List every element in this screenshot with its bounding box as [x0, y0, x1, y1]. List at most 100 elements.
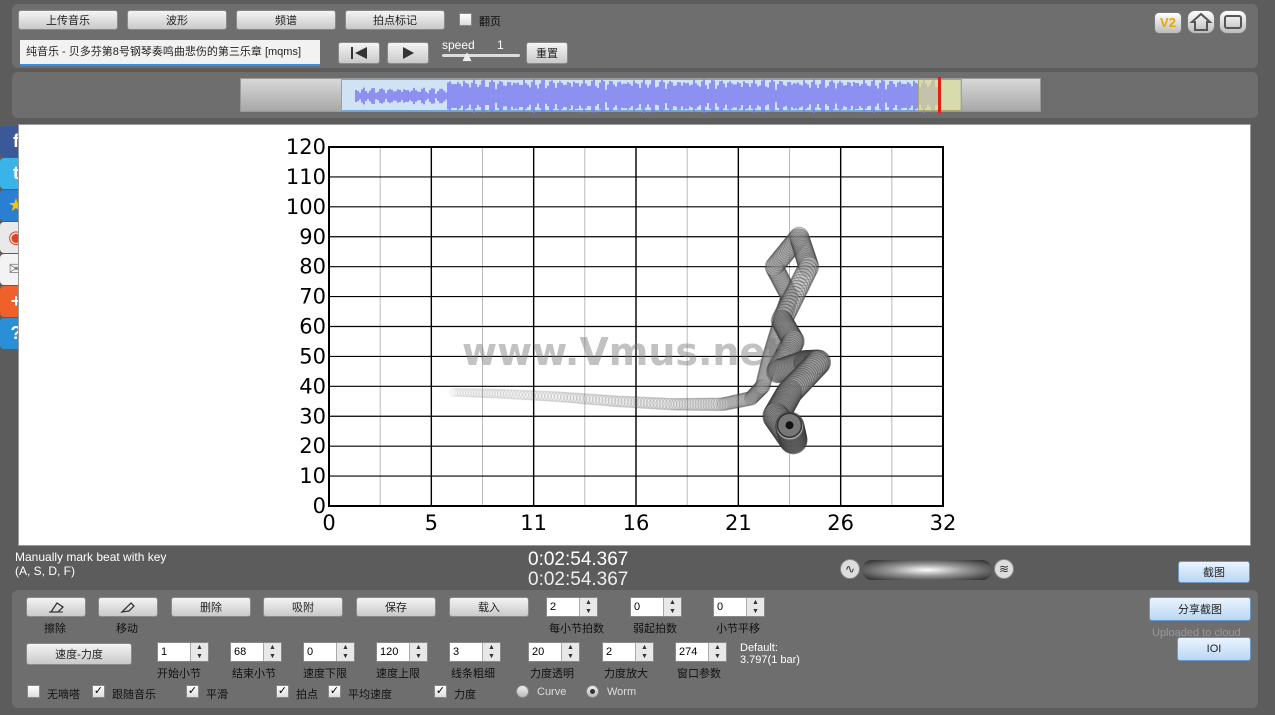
bar-offset-label: 小节平移 [716, 623, 760, 635]
version-badge[interactable]: V2 [1154, 12, 1182, 34]
stepper-down-icon[interactable]: ▼ [636, 652, 653, 661]
snap-button[interactable]: 吸附 [263, 597, 343, 617]
avg-tempo-checkbox[interactable]: ✓ [328, 685, 341, 698]
speed-label: speed [442, 38, 475, 52]
worm-head-center [785, 421, 794, 430]
song-title-field[interactable]: 纯音乐 - 贝多芬第8号钢琴奏鸣曲悲伤的第三乐章 [mqms] [20, 40, 320, 66]
window-param-label: 窗口参数 [677, 668, 721, 680]
save-button[interactable]: 保存 [356, 597, 436, 617]
stepper-down-icon[interactable]: ▼ [580, 607, 597, 616]
end-bar-stepper[interactable]: 68 ▲ ▼ [230, 642, 282, 662]
beat-help-line2: (A, S, D, F) [15, 564, 75, 578]
weak-beats-stepper[interactable]: 0 ▲ ▼ [630, 597, 682, 617]
home-icon [1189, 12, 1213, 31]
y-tick-label: 60 [299, 315, 326, 339]
tempo-max-label: 速度上限 [376, 668, 420, 680]
stepper-up-icon[interactable]: ▲ [410, 643, 427, 652]
load-button[interactable]: 载入 [449, 597, 529, 617]
window-param-value[interactable]: 274 [676, 643, 708, 661]
end-bar-value[interactable]: 68 [231, 643, 263, 661]
dyn-scale-value[interactable]: 2 [603, 643, 635, 661]
current-time: 0:02:54.367 [528, 549, 629, 570]
line-width-label: 线条粗细 [451, 668, 495, 680]
waveform-button[interactable]: 波形 [127, 10, 227, 30]
volume-bar[interactable] [862, 560, 992, 580]
dyn-scale-stepper[interactable]: 2 ▲ ▼ [602, 642, 654, 662]
y-tick-label: 50 [299, 344, 326, 368]
y-tick-label: 70 [299, 285, 326, 309]
stepper-up-icon[interactable]: ▲ [709, 643, 726, 652]
move-button[interactable] [98, 597, 158, 617]
stepper-up-icon[interactable]: ▲ [636, 643, 653, 652]
screen-button[interactable] [1219, 10, 1247, 34]
skip-back-button[interactable] [338, 42, 380, 64]
smooth-label: 平滑 [206, 689, 228, 701]
stepper-down-icon[interactable]: ▼ [337, 652, 354, 661]
tempo-max-value[interactable]: 120 [377, 643, 409, 661]
beat-marker-button[interactable]: 拍点标记 [345, 10, 445, 30]
stepper-up-icon[interactable]: ▲ [191, 643, 208, 652]
chart-panel: 0 10 20 30 40 50 60 70 80 90 100 110 120 0 5 11 16 21 26 32… [18, 124, 1251, 546]
stepper-up-icon[interactable]: ▲ [664, 598, 681, 607]
tempo-min-stepper[interactable]: 0 ▲ ▼ [303, 642, 355, 662]
eraser-icon [49, 602, 65, 613]
default-label: Default: [740, 642, 778, 654]
dynamics-checkbox[interactable]: ✓ [434, 685, 447, 698]
speed-slider[interactable] [442, 54, 520, 57]
play-icon [403, 47, 414, 59]
tempo-dynamics-button[interactable]: 速度-力度 [26, 643, 132, 665]
stepper-up-icon[interactable]: ▲ [337, 643, 354, 652]
delete-button[interactable]: 删除 [171, 597, 251, 617]
stepper-down-icon[interactable]: ▼ [410, 652, 427, 661]
overview-waveform[interactable] [240, 77, 1041, 113]
beats-per-bar-value[interactable]: 2 [547, 598, 579, 616]
stepper-up-icon[interactable]: ▲ [747, 598, 764, 607]
upload-music-button[interactable]: 上传音乐 [18, 10, 118, 30]
beats-per-bar-stepper[interactable]: 2 ▲ ▼ [546, 597, 598, 617]
weak-beats-value[interactable]: 0 [631, 598, 663, 616]
follow-music-label: 跟随音乐 [112, 689, 156, 701]
dyn-transparency-stepper[interactable]: 20 ▲ ▼ [528, 642, 580, 662]
home-button[interactable] [1187, 10, 1215, 34]
tempo-min-value[interactable]: 0 [304, 643, 336, 661]
window-param-stepper[interactable]: 274 ▲ ▼ [675, 642, 727, 662]
stepper-down-icon[interactable]: ▼ [709, 652, 726, 661]
tempo-max-stepper[interactable]: 120 ▲ ▼ [376, 642, 428, 662]
play-button[interactable] [387, 42, 429, 64]
spectrum-button[interactable]: 频谱 [236, 10, 336, 30]
line-width-value[interactable]: 3 [450, 643, 482, 661]
stepper-up-icon[interactable]: ▲ [264, 643, 281, 652]
stepper-down-icon[interactable]: ▼ [483, 652, 500, 661]
ioi-button[interactable]: IOI [1177, 637, 1251, 661]
follow-music-checkbox[interactable]: ✓ [92, 685, 105, 698]
beats-checkbox[interactable]: ✓ [276, 685, 289, 698]
volume-control[interactable]: ∿ ≋ [840, 557, 1016, 583]
playhead-marker[interactable] [938, 77, 941, 113]
stepper-up-icon[interactable]: ▲ [562, 643, 579, 652]
stepper-up-icon[interactable]: ▲ [580, 598, 597, 607]
flip-page-checkbox[interactable] [459, 13, 472, 26]
stepper-down-icon[interactable]: ▼ [264, 652, 281, 661]
start-bar-stepper[interactable]: 1 ▲ ▼ [157, 642, 209, 662]
share-screenshot-button[interactable]: 分享截图 [1149, 597, 1251, 621]
stepper-down-icon[interactable]: ▼ [191, 652, 208, 661]
line-width-stepper[interactable]: 3 ▲ ▼ [449, 642, 501, 662]
bar-offset-value[interactable]: 0 [714, 598, 746, 616]
erase-button[interactable] [26, 597, 86, 617]
curve-radio[interactable] [516, 685, 529, 698]
dyn-transparency-value[interactable]: 20 [529, 643, 561, 661]
stepper-down-icon[interactable]: ▼ [664, 607, 681, 616]
speed-value: 1 [497, 38, 504, 52]
screenshot-button[interactable]: 截图 [1178, 561, 1250, 583]
stepper-down-icon[interactable]: ▼ [747, 607, 764, 616]
smooth-checkbox[interactable]: ✓ [186, 685, 199, 698]
reset-button[interactable]: 重置 [526, 42, 568, 64]
no-click-checkbox[interactable] [27, 685, 40, 698]
worm-radio[interactable] [586, 685, 599, 698]
y-tick-label: 30 [299, 404, 326, 428]
stepper-up-icon[interactable]: ▲ [483, 643, 500, 652]
stepper-down-icon[interactable]: ▼ [562, 652, 579, 661]
bar-offset-stepper[interactable]: 0 ▲ ▼ [713, 597, 765, 617]
start-bar-value[interactable]: 1 [158, 643, 190, 661]
no-click-label: 无嘀嗒 [47, 689, 80, 701]
